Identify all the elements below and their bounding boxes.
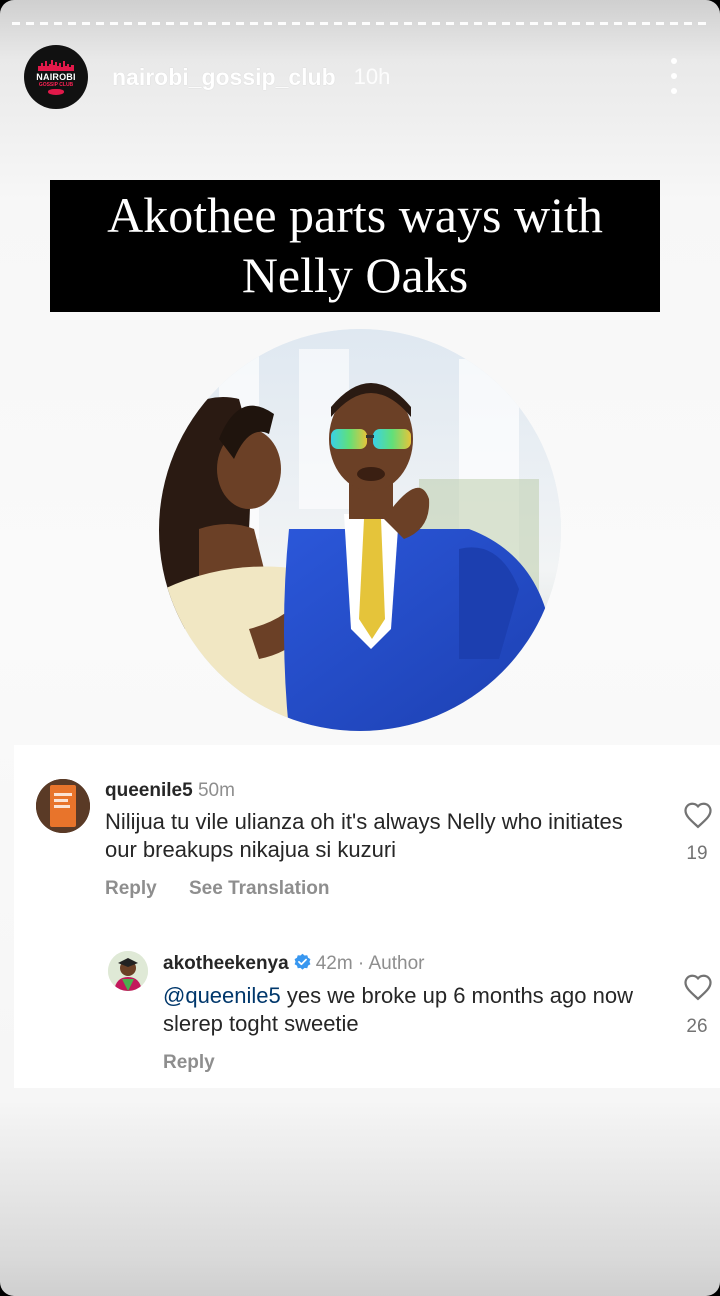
graduate-avatar-icon: [108, 951, 148, 991]
comment-time: 50m: [197, 780, 235, 801]
story-age: 10h: [353, 64, 391, 89]
reply-author[interactable]: akotheekenya 42m · Author: [163, 953, 424, 975]
verified-badge-icon: [294, 953, 311, 970]
couple-photo-illustration: [159, 329, 561, 731]
reply-button[interactable]: Reply: [105, 878, 157, 900]
skyline-logo-icon: [38, 60, 74, 71]
like-count: 19: [686, 843, 708, 864]
story-header: NAIROBI GOSSIP CLUB nairobi_gossip_club …: [24, 44, 696, 110]
story-progress-bar: [12, 22, 708, 25]
headline-banner: Akothee parts ways with Nelly Oaks: [50, 180, 660, 312]
book-cover-avatar-icon: [36, 779, 90, 833]
reply-avatar[interactable]: [108, 951, 148, 991]
comment-author[interactable]: queenile5 50m: [105, 780, 235, 802]
avatar-brand-text: NAIROBI: [36, 72, 76, 82]
account-avatar[interactable]: NAIROBI GOSSIP CLUB: [24, 45, 88, 109]
comments-panel: queenile5 50m Nilijua tu vile ulianza oh…: [14, 745, 720, 1088]
mention-link[interactable]: @queenile5: [163, 983, 281, 1008]
headline-line-2: Nelly Oaks: [241, 247, 469, 303]
reply-separator: ·: [352, 953, 369, 974]
avatar-sub-text: GOSSIP CLUB: [38, 82, 74, 88]
comment-text: Nilijua tu vile ulianza oh it's always N…: [105, 809, 623, 862]
comment-username[interactable]: queenile5: [105, 780, 193, 801]
heart-icon[interactable]: [683, 973, 713, 1001]
reply-username[interactable]: akotheekenya: [163, 953, 289, 974]
lips-logo-icon: [48, 89, 64, 95]
see-translation-button[interactable]: See Translation: [189, 878, 329, 900]
comment-avatar[interactable]: [36, 779, 90, 833]
author-badge: Author: [368, 953, 425, 974]
reply-button[interactable]: Reply: [163, 1052, 215, 1074]
reply-text: @queenile5 yes we broke up 6 months ago …: [163, 982, 663, 1038]
headline-line-1: Akothee parts ways with: [107, 187, 603, 243]
like-count: 26: [686, 1016, 708, 1037]
account-handle[interactable]: nairobi_gossip_club: [112, 64, 336, 91]
story-viewer: NAIROBI GOSSIP CLUB nairobi_gossip_club …: [0, 0, 720, 1296]
reply-time: 42m: [315, 953, 353, 974]
heart-icon[interactable]: [683, 801, 713, 829]
more-options-icon[interactable]: [664, 58, 684, 94]
couple-photo: [159, 329, 561, 731]
